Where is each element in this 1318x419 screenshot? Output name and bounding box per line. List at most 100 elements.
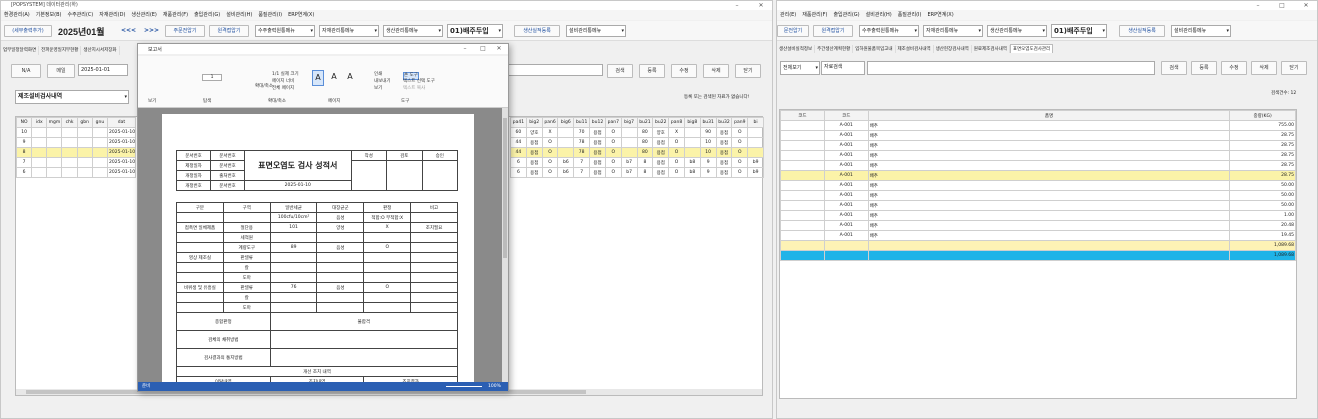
- table-row[interactable]: A-001 배추 19.45: [780, 230, 1296, 241]
- close-button[interactable]: 닫기: [735, 64, 761, 78]
- menu-item[interactable]: 재품관리(F): [163, 10, 188, 20]
- search-button[interactable]: 검색: [607, 64, 633, 78]
- tab[interactable]: 원료제조검사내역: [972, 45, 1010, 53]
- col-header[interactable]: big7: [620, 117, 638, 128]
- table-row[interactable]: A-001 배추 28.75: [780, 170, 1296, 181]
- col-header[interactable]: bu22: [652, 117, 670, 128]
- table-row[interactable]: A-001 배추 20.48: [780, 220, 1296, 231]
- table-row-selected[interactable]: 8 2025-01-10: [15, 147, 136, 158]
- na-button[interactable]: N/A: [11, 64, 41, 78]
- landscape-button[interactable]: A: [328, 70, 340, 86]
- col-header[interactable]: 품명: [867, 110, 1231, 121]
- table-row[interactable]: A-001 배추 50.00: [780, 190, 1296, 201]
- setup-button[interactable]: A: [344, 70, 356, 86]
- menu-item[interactable]: ERP연계(X): [927, 10, 953, 20]
- table-row[interactable]: A-001 배추 1.00: [780, 210, 1296, 221]
- edit-button[interactable]: 수정: [671, 64, 697, 78]
- tab[interactable]: 생산현장검사내역: [934, 45, 972, 53]
- zoom-button[interactable]: 확대/축소: [255, 84, 273, 90]
- add-button[interactable]: 등록: [1191, 61, 1217, 75]
- production-menu-select[interactable]: 생산관리통메뉴: [987, 25, 1047, 37]
- order-menu-select[interactable]: 수주출력원통메뉴: [255, 25, 315, 37]
- tab[interactable]: 주간생산계획현황: [815, 45, 854, 53]
- menu-item[interactable]: 품질관리(I): [898, 10, 922, 20]
- col-header[interactable]: NO: [15, 117, 33, 128]
- table-row[interactable]: 60 양호 X 70 용접 O 80 양호 X 90 용접 O: [510, 127, 764, 138]
- table-row[interactable]: 44 용접 O 78 용접 O 80 용접 O 10 용접 O: [510, 137, 764, 148]
- table-row[interactable]: 6 용접 Ob6 7 용접 Ob7 8 용접 Ob8 9 용접 Ob9: [510, 167, 764, 178]
- tab[interactable]: 제조설비검사내역: [896, 45, 934, 53]
- tab[interactable]: 전파운영일지부현황: [39, 46, 82, 55]
- export-button[interactable]: 내보내기: [374, 79, 391, 85]
- equipment-menu-select[interactable]: 설비관리통메뉴: [1171, 25, 1231, 37]
- tab-active[interactable]: 표면오염도검사관리: [1009, 44, 1054, 53]
- tab[interactable]: 업무일정달력화면: [1, 46, 40, 55]
- remote-button[interactable]: 원격접압기: [209, 25, 249, 37]
- next-month-button[interactable]: >>>: [144, 27, 159, 34]
- add-button[interactable]: 등록: [639, 64, 665, 78]
- zoom-full-page-button[interactable]: 전체 페이지: [272, 86, 294, 92]
- col-header[interactable]: dat: [107, 117, 136, 128]
- text-copy-button[interactable]: 텍스트 복사: [403, 86, 425, 92]
- search-input[interactable]: [506, 64, 603, 76]
- col-header[interactable]: big2: [525, 117, 543, 128]
- page-input[interactable]: 1: [202, 74, 222, 81]
- menu-item[interactable]: 설비관리(H): [226, 10, 252, 20]
- edit-button[interactable]: 수정: [1221, 61, 1247, 75]
- menu-item[interactable]: ERP연계(X): [288, 10, 314, 20]
- table-row[interactable]: 6 용접 Ob6 7 용접 Ob7 8 용접 Ob8 9 용접 Ob9: [510, 157, 764, 168]
- table-row[interactable]: A-001 배추 28.75: [780, 130, 1296, 141]
- table-row[interactable]: A-001 배추 28.75: [780, 140, 1296, 151]
- panel-title-select[interactable]: 제조설비검사내역: [15, 90, 129, 104]
- delete-button[interactable]: 삭제: [1251, 61, 1277, 75]
- col-header[interactable]: pan8: [668, 117, 685, 128]
- table-row[interactable]: 7 2025-01-10: [15, 157, 136, 168]
- screen-title-select[interactable]: 01)배주두입: [1051, 24, 1107, 38]
- menu-item[interactable]: 기본정보(B): [36, 10, 62, 20]
- equipment-menu-select[interactable]: 설비관리통메뉴: [566, 25, 626, 37]
- tab[interactable]: 입하원물품목입고내: [853, 45, 896, 53]
- zoom-actual-button[interactable]: 1/1 실제 크기: [272, 72, 299, 78]
- send-button[interactable]: 보기: [374, 86, 382, 92]
- close-icon[interactable]: ✕: [1299, 1, 1313, 10]
- table-row[interactable]: 10 2025-01-10: [15, 127, 136, 138]
- col-header[interactable]: 중량(KG): [1229, 110, 1296, 121]
- maximize-icon[interactable]: □: [476, 44, 490, 53]
- col-header[interactable]: pa41: [510, 117, 527, 128]
- menu-item[interactable]: 출입관리(G): [194, 10, 220, 20]
- menu-item[interactable]: 수주관리(C): [67, 10, 93, 20]
- menu-item[interactable]: 출입관리(G): [833, 10, 859, 20]
- portrait-button[interactable]: A: [312, 70, 324, 86]
- col-header[interactable]: bu32: [715, 117, 733, 128]
- col-header[interactable]: pan6: [541, 117, 559, 128]
- minimize-icon[interactable]: –: [1251, 1, 1265, 10]
- col-header[interactable]: gnu: [91, 117, 109, 128]
- prev-month-button[interactable]: <<<: [121, 27, 136, 34]
- table-row[interactable]: 6 2025-01-10: [15, 167, 136, 178]
- data-search-input[interactable]: 자료검색: [821, 61, 865, 75]
- menu-item[interactable]: 설비관리(H): [866, 10, 892, 20]
- menu-item[interactable]: 자재관리(D): [99, 10, 125, 20]
- menu-item[interactable]: 환경관리(A): [4, 10, 30, 20]
- text-select-tool-button[interactable]: 텍스트 선택 도구: [403, 79, 435, 85]
- production-record-button[interactable]: 생산실적등록: [1119, 25, 1165, 37]
- maximize-icon[interactable]: □: [1275, 1, 1289, 10]
- close-button[interactable]: 닫기: [1281, 61, 1307, 75]
- zoom-page-width-button[interactable]: 페이지 너비: [272, 79, 294, 85]
- mail-button[interactable]: 메일: [47, 64, 75, 78]
- menu-item[interactable]: 생산관리(E): [131, 10, 156, 20]
- table-row[interactable]: A-001 배추 50.00: [780, 200, 1296, 211]
- table-row[interactable]: A-001 배추 28.75: [780, 160, 1296, 171]
- screen-title-select[interactable]: 01)배주두입: [447, 24, 503, 38]
- tab[interactable]: 생산설비실적정보: [777, 45, 816, 53]
- col-header[interactable]: bu11: [573, 117, 591, 128]
- material-menu-select[interactable]: 자재관리통메뉴: [923, 25, 983, 37]
- col-header[interactable]: bu31: [699, 117, 717, 128]
- search-input[interactable]: [867, 61, 1155, 75]
- minimize-icon[interactable]: –: [730, 1, 744, 10]
- order-button[interactable]: 주문전압기: [165, 25, 205, 37]
- table-row[interactable]: A-001 배추 755.00: [780, 120, 1296, 131]
- col-header[interactable]: chk: [61, 117, 78, 128]
- order-button[interactable]: 문전압기: [777, 25, 809, 37]
- col-header[interactable]: mgm: [46, 117, 63, 128]
